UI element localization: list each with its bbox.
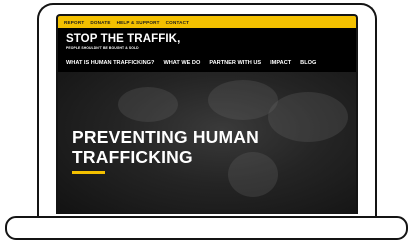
world-map-shape: [118, 87, 178, 122]
brand-logo[interactable]: STOP THE TRAFFIK,: [66, 33, 180, 45]
utility-link-report[interactable]: REPORT: [64, 20, 84, 25]
headline-accent-bar: [72, 171, 105, 174]
world-map-shape: [268, 92, 348, 142]
brand-comma: ,: [177, 33, 181, 45]
nav-item-what-is-human-trafficking[interactable]: WHAT IS HUMAN TRAFFICKING?: [66, 60, 154, 66]
utility-link-help-support[interactable]: HELP & SUPPORT: [117, 20, 160, 25]
hero-headline-line-2: TRAFFICKING: [72, 147, 193, 167]
nav-item-impact[interactable]: IMPACT: [270, 60, 291, 66]
laptop-screen: REPORT DONATE HELP & SUPPORT CONTACT STO…: [56, 14, 358, 214]
site-header: STOP THE TRAFFIK, PEOPLE SHOULDN'T BE BO…: [58, 28, 356, 54]
utility-link-contact[interactable]: CONTACT: [166, 20, 190, 25]
nav-item-partner-with-us[interactable]: PARTNER WITH US: [209, 60, 261, 66]
nav-item-what-we-do[interactable]: WHAT WE DO: [163, 60, 200, 66]
hero-headline-line-1: PREVENTING HUMAN: [72, 127, 259, 147]
utility-bar: REPORT DONATE HELP & SUPPORT CONTACT: [58, 16, 356, 28]
hero-headline: PREVENTING HUMAN TRAFFICKING: [72, 127, 259, 167]
utility-link-donate[interactable]: DONATE: [90, 20, 110, 25]
nav-item-blog[interactable]: BLOG: [300, 60, 316, 66]
laptop-base: [5, 216, 408, 240]
brand-name: STOP THE TRAFFIK: [66, 33, 178, 45]
brand-tagline: PEOPLE SHOULDN'T BE BOUGHT & SOLD: [66, 46, 139, 50]
main-nav: WHAT IS HUMAN TRAFFICKING? WHAT WE DO PA…: [58, 54, 356, 72]
hero-banner: PREVENTING HUMAN TRAFFICKING: [58, 72, 356, 214]
